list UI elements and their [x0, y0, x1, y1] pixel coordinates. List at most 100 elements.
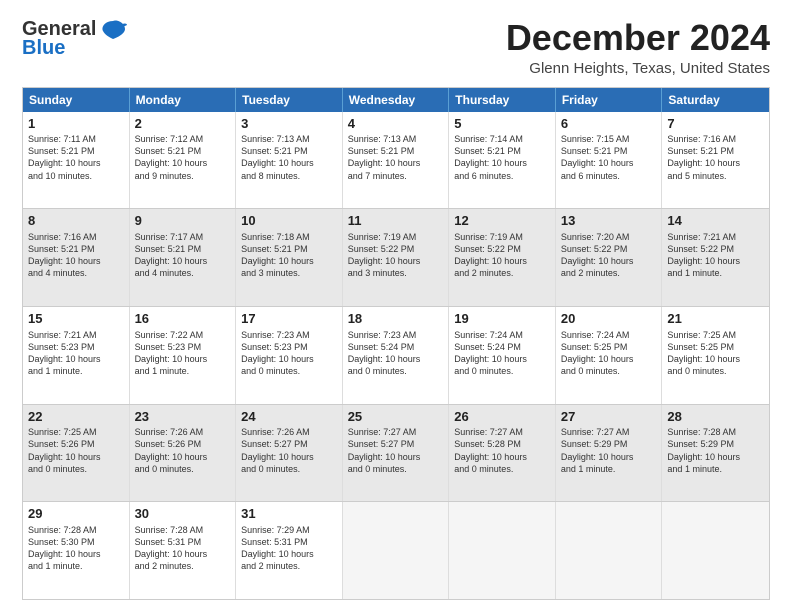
day-info: Sunrise: 7:13 AM Sunset: 5:21 PM Dayligh… [348, 133, 444, 182]
calendar-cell [449, 502, 556, 599]
logo-bird-icon [99, 19, 127, 41]
calendar-cell: 22Sunrise: 7:25 AM Sunset: 5:26 PM Dayli… [23, 405, 130, 502]
calendar-cell: 26Sunrise: 7:27 AM Sunset: 5:28 PM Dayli… [449, 405, 556, 502]
calendar-row-3: 22Sunrise: 7:25 AM Sunset: 5:26 PM Dayli… [23, 404, 769, 502]
day-info: Sunrise: 7:25 AM Sunset: 5:25 PM Dayligh… [667, 329, 764, 378]
day-number: 5 [454, 116, 550, 132]
logo: General Blue [22, 18, 127, 60]
calendar-cell: 20 Sunrise: 7:24 AM Sunset: 5:25 PM Dayli… [556, 307, 663, 404]
calendar-cell: 15 Sunrise: 7:21 AM Sunset: 5:23 PM Dayli… [23, 307, 130, 404]
day-info: Sunrise: 7:18 AM Sunset: 5:21 PM Dayligh… [241, 231, 337, 280]
header-tuesday: Tuesday [236, 88, 343, 112]
calendar-body: 1Sunrise: 7:11 AM Sunset: 5:21 PM Daylig… [23, 112, 769, 599]
day-info: Sunrise: 7:23 AM Sunset: 5:23 PM Dayligh… [241, 329, 337, 378]
calendar-cell: 5Sunrise: 7:14 AM Sunset: 5:21 PM Daylig… [449, 112, 556, 209]
calendar-cell: 6Sunrise: 7:15 AM Sunset: 5:21 PM Daylig… [556, 112, 663, 209]
calendar-cell: 16Sunrise: 7:22 AM Sunset: 5:23 PM Dayli… [130, 307, 237, 404]
day-info: Sunrise: 7:16 AM Sunset: 5:21 PM Dayligh… [28, 231, 124, 280]
day-info: Sunrise: 7:12 AM Sunset: 5:21 PM Dayligh… [135, 133, 231, 182]
calendar-cell: 25Sunrise: 7:27 AM Sunset: 5:27 PM Dayli… [343, 405, 450, 502]
calendar-cell: 4Sunrise: 7:13 AM Sunset: 5:21 PM Daylig… [343, 112, 450, 209]
calendar-cell: 17 Sunrise: 7:23 AM Sunset: 5:23 PM Dayli… [236, 307, 343, 404]
calendar-cell: 29 Sunrise: 7:28 AM Sunset: 5:30 PM Dayli… [23, 502, 130, 599]
calendar-cell: 1Sunrise: 7:11 AM Sunset: 5:21 PM Daylig… [23, 112, 130, 209]
day-info: Sunrise: 7:21 AM Sunset: 5:23 PM Dayligh… [28, 329, 124, 378]
calendar-cell: 9 Sunrise: 7:17 AM Sunset: 5:21 PM Daylig… [130, 209, 237, 306]
day-number: 24 [241, 409, 337, 425]
calendar-cell [556, 502, 663, 599]
day-number: 14 [667, 213, 764, 229]
calendar-cell: 24Sunrise: 7:26 AM Sunset: 5:27 PM Dayli… [236, 405, 343, 502]
calendar-cell: 21 Sunrise: 7:25 AM Sunset: 5:25 PM Dayli… [662, 307, 769, 404]
header-monday: Monday [130, 88, 237, 112]
header-saturday: Saturday [662, 88, 769, 112]
calendar: Sunday Monday Tuesday Wednesday Thursday… [22, 87, 770, 600]
day-number: 19 [454, 311, 550, 327]
day-number: 9 [135, 213, 231, 229]
day-number: 6 [561, 116, 657, 132]
day-number: 1 [28, 116, 124, 132]
day-info: Sunrise: 7:13 AM Sunset: 5:21 PM Dayligh… [241, 133, 337, 182]
day-info: Sunrise: 7:27 AM Sunset: 5:28 PM Dayligh… [454, 426, 550, 475]
calendar-cell: 12Sunrise: 7:19 AM Sunset: 5:22 PM Dayli… [449, 209, 556, 306]
logo-blue: Blue [22, 37, 65, 60]
day-number: 25 [348, 409, 444, 425]
day-number: 4 [348, 116, 444, 132]
day-number: 2 [135, 116, 231, 132]
calendar-cell: 2Sunrise: 7:12 AM Sunset: 5:21 PM Daylig… [130, 112, 237, 209]
day-info: Sunrise: 7:26 AM Sunset: 5:26 PM Dayligh… [135, 426, 231, 475]
calendar-cell: 23Sunrise: 7:26 AM Sunset: 5:26 PM Dayli… [130, 405, 237, 502]
day-number: 30 [135, 506, 231, 522]
day-number: 3 [241, 116, 337, 132]
calendar-header-row: Sunday Monday Tuesday Wednesday Thursday… [23, 88, 769, 112]
calendar-subtitle: Glenn Heights, Texas, United States [506, 60, 770, 77]
calendar-cell: 10 Sunrise: 7:18 AM Sunset: 5:21 PM Dayli… [236, 209, 343, 306]
header-sunday: Sunday [23, 88, 130, 112]
calendar-cell: 30 Sunrise: 7:28 AM Sunset: 5:31 PM Dayli… [130, 502, 237, 599]
day-number: 11 [348, 213, 444, 229]
calendar-cell: 3Sunrise: 7:13 AM Sunset: 5:21 PM Daylig… [236, 112, 343, 209]
day-number: 22 [28, 409, 124, 425]
day-number: 31 [241, 506, 337, 522]
day-number: 18 [348, 311, 444, 327]
day-number: 23 [135, 409, 231, 425]
day-info: Sunrise: 7:27 AM Sunset: 5:27 PM Dayligh… [348, 426, 444, 475]
calendar-row-1: 8 Sunrise: 7:16 AM Sunset: 5:21 PM Daylig… [23, 208, 769, 306]
day-number: 7 [667, 116, 764, 132]
day-info: Sunrise: 7:24 AM Sunset: 5:25 PM Dayligh… [561, 329, 657, 378]
day-number: 8 [28, 213, 124, 229]
day-number: 20 [561, 311, 657, 327]
calendar-row-4: 29 Sunrise: 7:28 AM Sunset: 5:30 PM Dayli… [23, 501, 769, 599]
header: General Blue December 2024 Glenn Heights… [22, 18, 770, 77]
day-info: Sunrise: 7:16 AM Sunset: 5:21 PM Dayligh… [667, 133, 764, 182]
header-wednesday: Wednesday [343, 88, 450, 112]
day-number: 12 [454, 213, 550, 229]
day-info: Sunrise: 7:28 AM Sunset: 5:30 PM Dayligh… [28, 524, 124, 573]
day-info: Sunrise: 7:19 AM Sunset: 5:22 PM Dayligh… [348, 231, 444, 280]
day-info: Sunrise: 7:17 AM Sunset: 5:21 PM Dayligh… [135, 231, 231, 280]
day-info: Sunrise: 7:27 AM Sunset: 5:29 PM Dayligh… [561, 426, 657, 475]
calendar-cell: 27Sunrise: 7:27 AM Sunset: 5:29 PM Dayli… [556, 405, 663, 502]
day-number: 21 [667, 311, 764, 327]
day-info: Sunrise: 7:28 AM Sunset: 5:31 PM Dayligh… [135, 524, 231, 573]
day-number: 15 [28, 311, 124, 327]
day-number: 10 [241, 213, 337, 229]
header-friday: Friday [556, 88, 663, 112]
calendar-row-0: 1Sunrise: 7:11 AM Sunset: 5:21 PM Daylig… [23, 112, 769, 209]
calendar-title: December 2024 [506, 18, 770, 58]
calendar-cell: 11 Sunrise: 7:19 AM Sunset: 5:22 PM Dayli… [343, 209, 450, 306]
day-number: 27 [561, 409, 657, 425]
page: General Blue December 2024 Glenn Heights… [0, 0, 792, 612]
day-info: Sunrise: 7:20 AM Sunset: 5:22 PM Dayligh… [561, 231, 657, 280]
title-block: December 2024 Glenn Heights, Texas, Unit… [506, 18, 770, 77]
day-number: 13 [561, 213, 657, 229]
day-number: 28 [667, 409, 764, 425]
calendar-cell [343, 502, 450, 599]
day-number: 17 [241, 311, 337, 327]
day-info: Sunrise: 7:23 AM Sunset: 5:24 PM Dayligh… [348, 329, 444, 378]
day-number: 29 [28, 506, 124, 522]
day-info: Sunrise: 7:11 AM Sunset: 5:21 PM Dayligh… [28, 133, 124, 182]
calendar-cell: 18 Sunrise: 7:23 AM Sunset: 5:24 PM Dayli… [343, 307, 450, 404]
day-info: Sunrise: 7:22 AM Sunset: 5:23 PM Dayligh… [135, 329, 231, 378]
day-info: Sunrise: 7:28 AM Sunset: 5:29 PM Dayligh… [667, 426, 764, 475]
